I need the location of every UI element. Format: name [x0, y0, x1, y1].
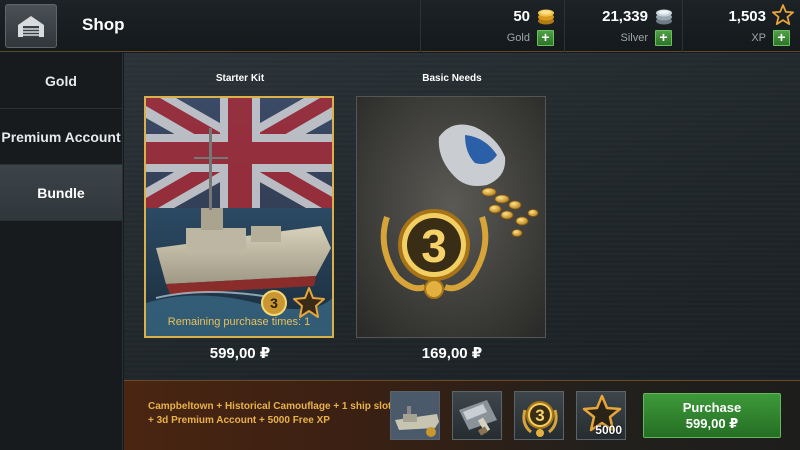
xp-label: XP — [751, 32, 766, 44]
remaining-purchases: Remaining purchase times: 1 — [167, 316, 311, 328]
shop-sidebar: Gold Premium Account Bundle — [0, 53, 123, 450]
xp-amount: 1,503 — [728, 8, 766, 25]
top-bar: Shop 50 Gold + 21,339 Silver + 1,503 XP … — [0, 0, 800, 52]
bundle-item-ship[interactable] — [390, 391, 440, 440]
premium-badge-icon: 3 — [261, 290, 287, 316]
xp-balance: 1,503 XP + — [682, 0, 800, 52]
gold-coins-icon — [538, 9, 554, 25]
add-silver-button[interactable]: + — [655, 30, 672, 46]
premium-days: 3 — [535, 406, 545, 425]
bundle-card-basic-needs[interactable]: Basic Needs 3 169,00 ₽ — [356, 53, 548, 373]
add-gold-button[interactable]: + — [537, 30, 554, 46]
gold-balance: 50 Gold + — [420, 0, 564, 52]
bundle-card-starter-kit[interactable]: Starter Kit 3 Remaining purchase times: … — [144, 53, 336, 373]
purchase-button[interactable]: Purchase 599,00 ₽ — [643, 393, 781, 438]
add-xp-button[interactable]: + — [773, 30, 790, 46]
card-title: Starter Kit — [215, 73, 265, 84]
home-button[interactable] — [5, 4, 57, 48]
card-price: 169,00 ₽ — [421, 345, 483, 362]
bundle-description: Campbeltown + Historical Camouflage + 1 … — [148, 401, 392, 426]
camouflage-icon — [459, 400, 497, 436]
sidebar-item-label: Bundle — [37, 184, 85, 201]
sidebar-item-gold[interactable]: Gold — [0, 53, 122, 109]
bundle-item-premium[interactable]: 3 — [514, 391, 564, 440]
gold-amount: 50 — [513, 8, 530, 25]
svg-text:3: 3 — [421, 220, 447, 272]
card-title: Basic Needs — [422, 73, 482, 84]
purchase-price: 599,00 ₽ — [685, 416, 739, 431]
basic-needs-art: 3 — [357, 97, 545, 337]
ship-icon — [391, 392, 439, 439]
gold-label: Gold — [506, 32, 530, 44]
silver-amount: 21,339 — [602, 8, 648, 25]
card-price: 599,00 ₽ — [209, 345, 271, 362]
bundle-item-free-xp[interactable]: 5000 — [576, 391, 626, 440]
star-icon — [772, 4, 794, 26]
silver-label: Silver — [620, 32, 648, 44]
card-image[interactable]: 3 Remaining purchase times: 1 — [144, 96, 334, 338]
hangar-icon — [18, 16, 44, 37]
svg-text:3: 3 — [270, 295, 278, 311]
purchase-label: Purchase — [682, 400, 742, 415]
card-image[interactable]: 3 — [356, 96, 546, 338]
sidebar-item-premium-account[interactable]: Premium Account — [0, 109, 122, 165]
bundle-details-bar: Campbeltown + Historical Camouflage + 1 … — [124, 380, 800, 450]
silver-balance: 21,339 Silver + — [564, 0, 682, 52]
starter-kit-art: 3 — [146, 98, 332, 336]
page-title: Shop — [82, 15, 125, 34]
free-xp-quantity: 5000 — [595, 423, 622, 437]
silver-coins-icon — [656, 9, 672, 25]
sidebar-item-label: Premium Account — [1, 128, 121, 145]
sidebar-item-bundle[interactable]: Bundle — [0, 165, 122, 221]
bundle-list: Starter Kit 3 Remaining purchase times: … — [124, 53, 800, 380]
bundle-item-camouflage[interactable] — [452, 391, 502, 440]
sidebar-item-label: Gold — [45, 72, 77, 89]
